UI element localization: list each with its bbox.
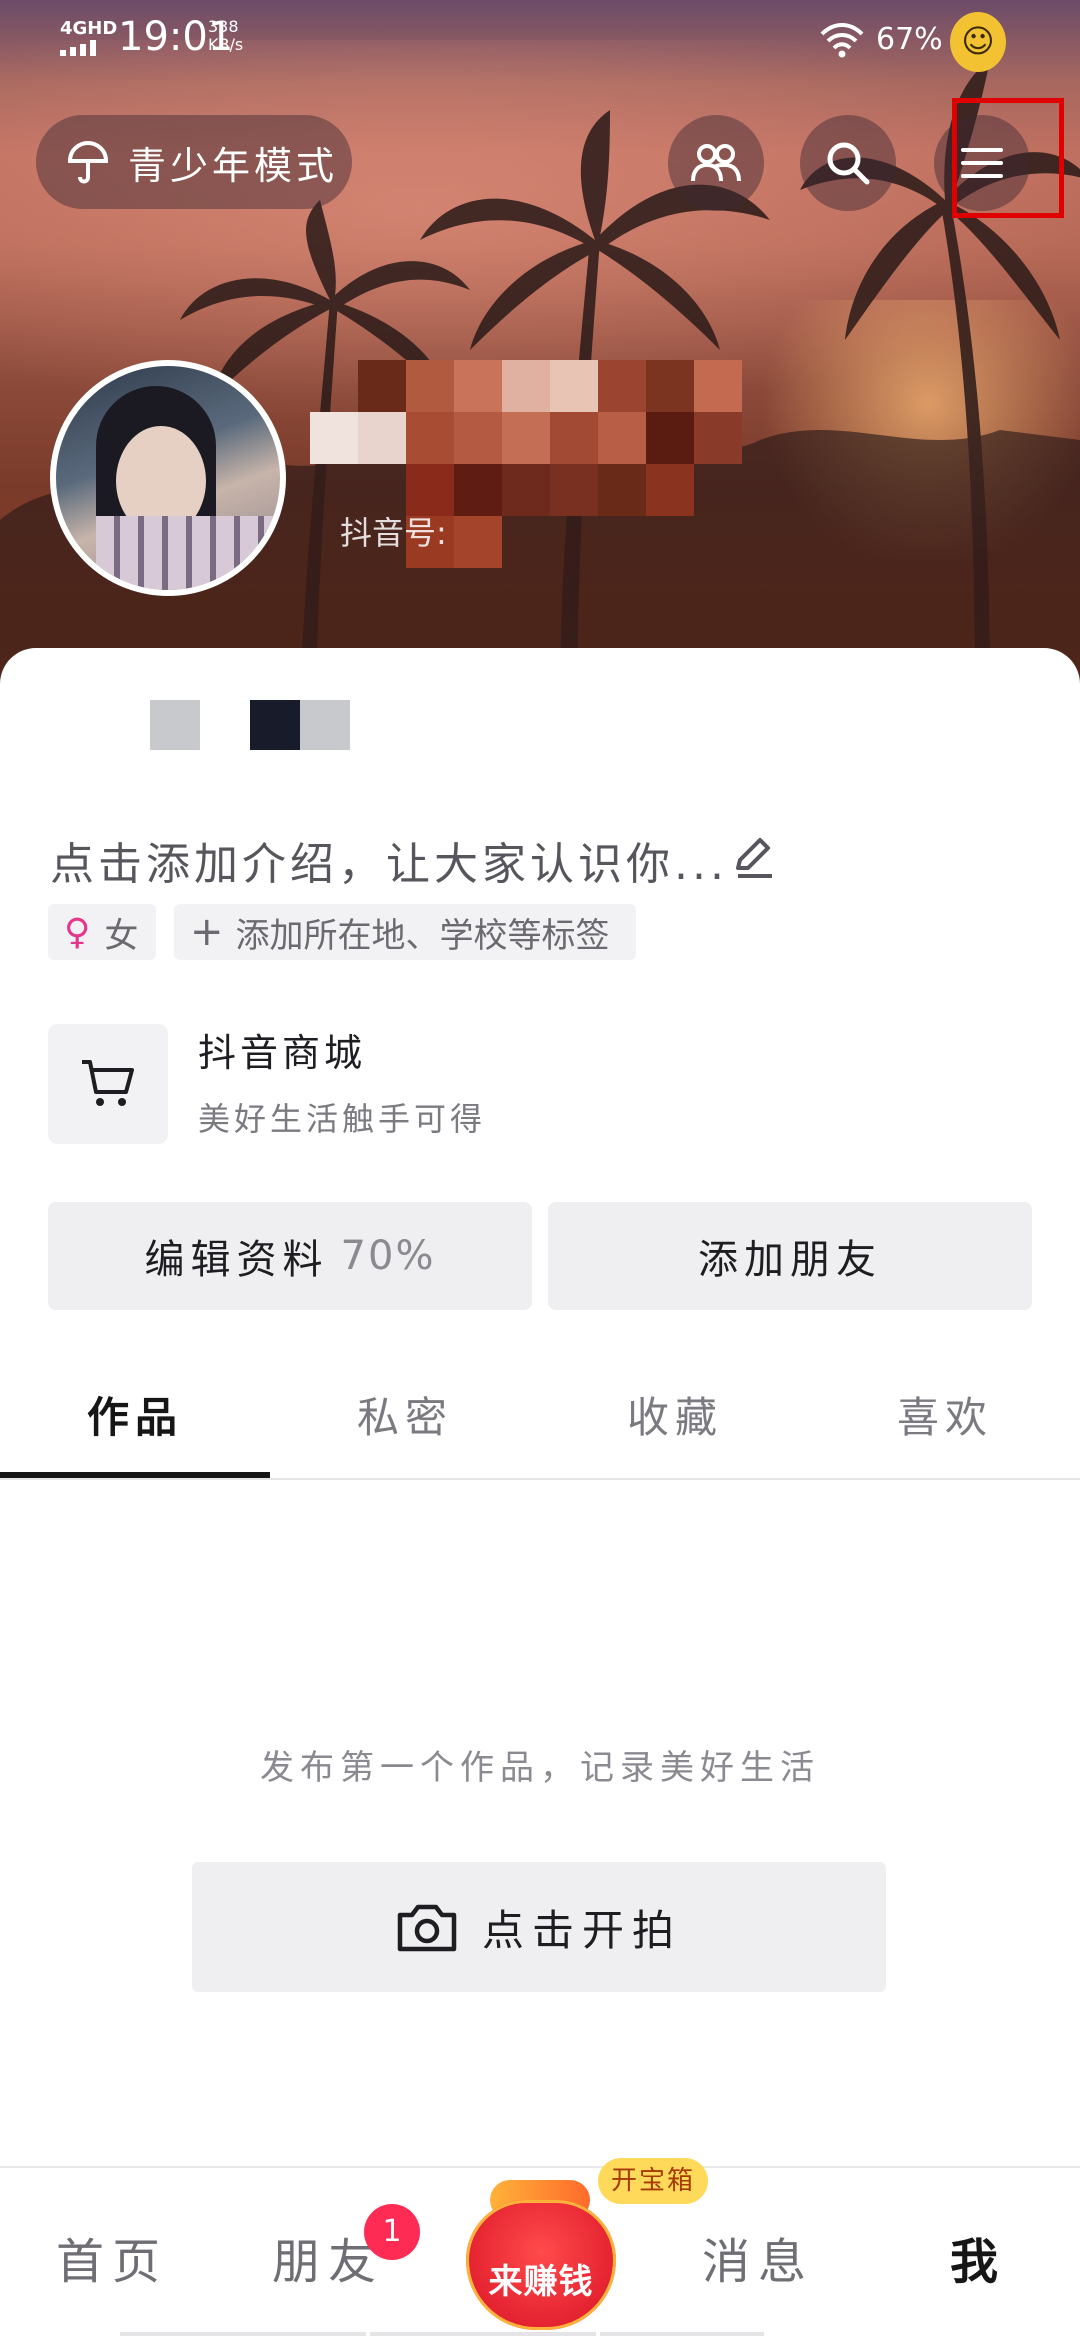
add-friends-label: 添加朋友 <box>698 1237 882 1283</box>
mall-icon-tile[interactable] <box>48 1024 168 1144</box>
network-speed-unit: KB/s <box>208 35 244 54</box>
add-tags-label: 添加所在地、学校等标签 <box>235 915 610 956</box>
content-tabs: 作品 私密 收藏 喜欢 <box>0 1370 1080 1480</box>
stat-redacted-block <box>300 700 350 750</box>
edit-profile-progress: 70% <box>340 1233 436 1279</box>
stat-redacted-block <box>250 700 300 750</box>
mall-title[interactable]: 抖音商城 <box>198 1022 366 1077</box>
shopping-cart-icon <box>82 1060 134 1106</box>
start-shooting-label: 点击开拍 <box>481 1905 682 1955</box>
gender-label: 女 <box>104 915 139 956</box>
status-bar: 4GHD 19:01 338 KB/s 67% ☺ <box>0 0 1080 80</box>
stats-row-redacted <box>50 700 1050 750</box>
network-speed: 338 KB/s <box>208 18 243 54</box>
network-type: 4GHD <box>60 18 118 39</box>
treasure-box-badge[interactable]: 开宝箱 <box>598 2158 708 2204</box>
edit-profile-button[interactable]: 编辑资料 70% <box>48 1202 532 1310</box>
find-friends-button[interactable] <box>668 115 764 211</box>
active-tab-indicator <box>0 1472 270 1478</box>
search-icon <box>827 142 870 185</box>
earn-money-button[interactable]: 来赚钱 <box>466 2180 616 2330</box>
gender-tag[interactable]: ♀ 女 <box>48 904 156 960</box>
mall-subtitle: 美好生活触手可得 <box>198 1100 487 1138</box>
douyin-id-label: 抖音号: <box>340 514 447 552</box>
avatar[interactable] <box>50 360 286 596</box>
add-tags-button[interactable]: + 添加所在地、学校等标签 <box>174 904 636 960</box>
menu-highlight-box <box>952 98 1064 218</box>
friends-notification-badge: 1 <box>364 2204 420 2260</box>
female-icon: ♀ <box>64 911 91 953</box>
wifi-icon <box>820 23 864 58</box>
tab-works[interactable]: 作品 <box>0 1370 270 1478</box>
friends-icon <box>691 144 741 182</box>
camera-icon <box>397 1904 457 1952</box>
nav-home[interactable]: 首页 <box>56 2222 168 2292</box>
start-shooting-button[interactable]: 点击开拍 <box>192 1862 886 1992</box>
stat-redacted-block <box>150 700 200 750</box>
nav-messages[interactable]: 消息 <box>702 2222 814 2292</box>
intro-placeholder[interactable]: 点击添加介绍，让大家认识你... <box>50 828 728 892</box>
avatar-shirt <box>96 516 276 590</box>
tab-private[interactable]: 私密 <box>270 1370 540 1478</box>
smiley-icon: ☺ <box>950 12 1006 72</box>
empty-state-message: 发布第一个作品，记录美好生活 <box>260 1748 820 1788</box>
tab-likes[interactable]: 喜欢 <box>810 1370 1080 1478</box>
earn-money-label: 来赚钱 <box>488 2262 594 2302</box>
plus-icon: + <box>190 909 224 955</box>
tab-favorites[interactable]: 收藏 <box>540 1370 810 1478</box>
battery-level: 67% <box>876 22 943 57</box>
umbrella-icon <box>67 140 109 184</box>
nav-me[interactable]: 我 <box>950 2222 1006 2292</box>
edit-profile-label: 编辑资料 <box>144 1237 329 1283</box>
edit-pen-icon[interactable] <box>730 832 778 880</box>
add-friends-button[interactable]: 添加朋友 <box>548 1202 1032 1310</box>
teen-mode-button[interactable]: 青少年模式 <box>36 115 352 209</box>
teen-mode-label: 青少年模式 <box>128 143 339 188</box>
bottom-edge-lines <box>120 2332 764 2336</box>
network-speed-value: 338 <box>208 17 239 36</box>
search-button[interactable] <box>800 115 896 211</box>
profile-cover[interactable]: 4GHD 19:01 338 KB/s 67% ☺ 青少年模式 抖音号: <box>0 0 1080 700</box>
signal-icon <box>60 40 96 56</box>
